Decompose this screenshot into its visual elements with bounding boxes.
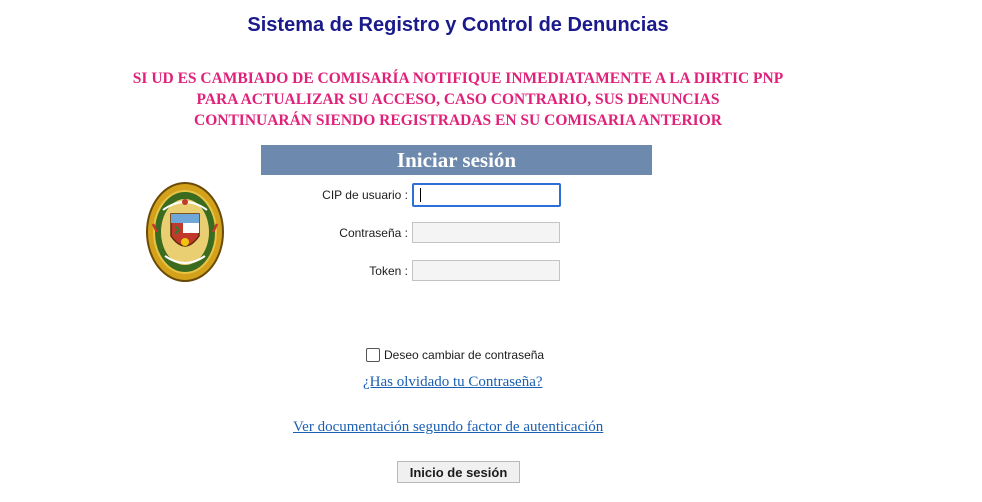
app-title: Sistema de Registro y Control de Denunci… bbox=[247, 14, 669, 36]
token-label: Token : bbox=[369, 264, 408, 278]
token-field[interactable] bbox=[412, 260, 560, 281]
change-password-checkbox[interactable] bbox=[366, 348, 380, 362]
user-label: CIP de usuario : bbox=[322, 188, 408, 202]
notice-message: SI UD ES CAMBIADO DE COMISARÍA NOTIFIQUE… bbox=[0, 68, 916, 131]
docs-link[interactable]: Ver documentación segundo factor de aute… bbox=[293, 419, 603, 436]
password-field[interactable] bbox=[412, 222, 560, 243]
login-header: Iniciar sesión bbox=[261, 145, 652, 175]
password-label: Contraseña : bbox=[339, 226, 408, 240]
change-password-option[interactable]: Deseo cambiar de contraseña bbox=[366, 347, 544, 363]
notice-line-2: PARA ACTUALIZAR SU ACCESO, CASO CONTRARI… bbox=[196, 91, 720, 108]
login-submit-button[interactable]: Inicio de sesión bbox=[397, 461, 520, 483]
notice-line-1: SI UD ES CAMBIADO DE COMISARÍA NOTIFIQUE… bbox=[132, 70, 784, 87]
forgot-password-link[interactable]: ¿Has olvidado tu Contraseña? bbox=[363, 374, 543, 391]
login-page: Sistema de Registro y Control de Denunci… bbox=[0, 0, 982, 502]
notice-line-3: CONTINUARÁN SIENDO REGISTRADAS EN SU COM… bbox=[194, 112, 722, 129]
user-field[interactable] bbox=[412, 183, 561, 207]
text-caret bbox=[420, 188, 421, 202]
change-password-label[interactable]: Deseo cambiar de contraseña bbox=[384, 348, 544, 362]
